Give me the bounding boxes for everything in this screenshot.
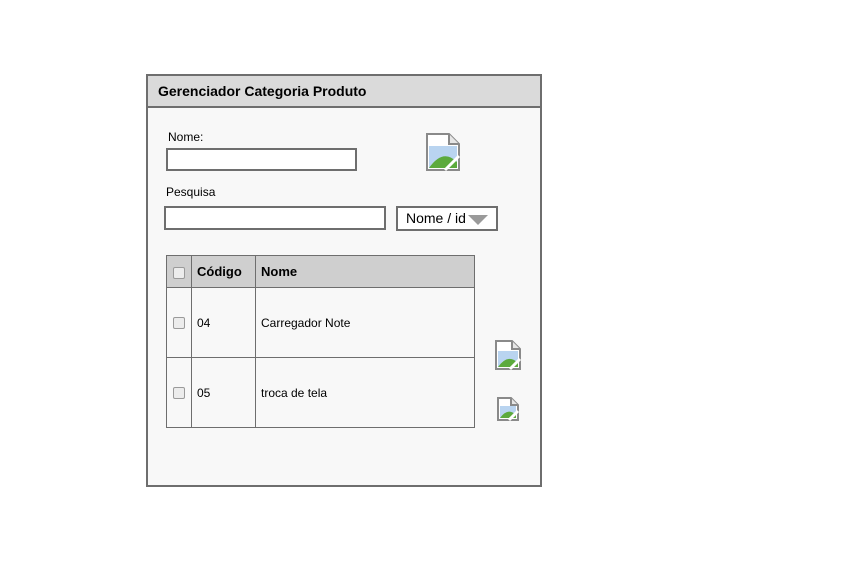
row-code: 04 <box>191 287 256 358</box>
row-select-cell <box>166 287 192 358</box>
broken-image-icon[interactable] <box>496 396 520 422</box>
search-label: Pesquisa <box>166 185 216 199</box>
table-row[interactable]: 04 Carregador Note <box>166 287 475 358</box>
row-select-cell <box>166 357 192 428</box>
broken-image-icon[interactable] <box>494 339 522 371</box>
search-input[interactable] <box>164 206 386 230</box>
name-label: Nome: <box>168 130 204 144</box>
row-checkbox[interactable] <box>173 387 185 400</box>
chevron-down-icon <box>468 215 488 225</box>
category-table: Código Nome 04 Carregador Note 05 troca … <box>166 255 475 428</box>
panel-title: Gerenciador Categoria Produto <box>148 76 540 108</box>
row-code: 05 <box>191 357 256 428</box>
select-all-cell <box>166 255 192 288</box>
table-header-row: Código Nome <box>166 255 475 288</box>
search-filter-value: Nome / id <box>406 210 466 226</box>
select-all-checkbox[interactable] <box>173 266 185 279</box>
search-filter-select[interactable]: Nome / id <box>396 206 498 231</box>
category-manager-panel: Gerenciador Categoria Produto Nome: Pesq… <box>146 74 542 487</box>
row-name: troca de tela <box>255 357 475 428</box>
column-header-name: Nome <box>255 255 475 288</box>
row-name: Carregador Note <box>255 287 475 358</box>
broken-image-icon[interactable] <box>425 132 461 172</box>
row-checkbox[interactable] <box>173 317 185 330</box>
name-input[interactable] <box>166 148 357 171</box>
table-row[interactable]: 05 troca de tela <box>166 357 475 428</box>
column-header-code: Código <box>191 255 256 288</box>
